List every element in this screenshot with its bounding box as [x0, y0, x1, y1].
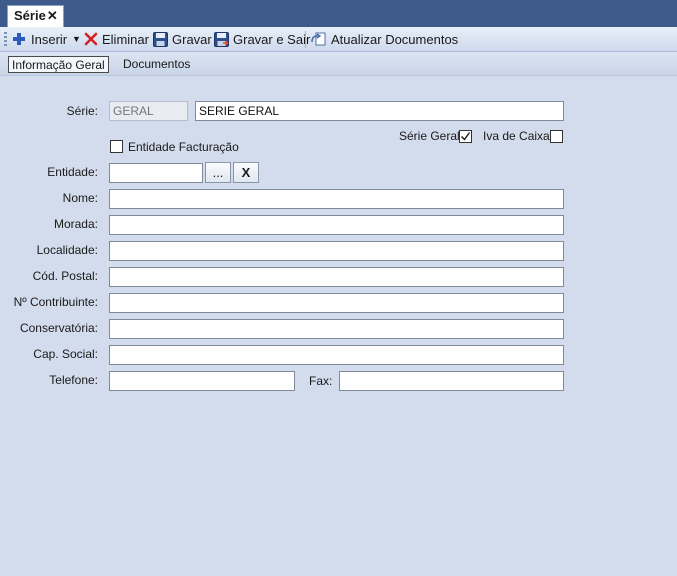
localidade-input[interactable] [109, 241, 564, 261]
save-button[interactable]: Gravar [153, 30, 212, 49]
toolbar-grip[interactable] [4, 32, 7, 47]
contribuinte-input[interactable] [109, 293, 564, 313]
telefone-input[interactable] [109, 371, 295, 391]
delete-x-icon [84, 32, 98, 46]
save-and-exit-button[interactable]: Gravar e Sair [214, 30, 310, 49]
fax-label: Fax: [309, 374, 333, 388]
toolbar: Inserir ▼ Eliminar Gravar Gravar e Sair [0, 27, 677, 52]
entidade-browse-button[interactable]: ... [205, 162, 231, 183]
cap-social-label: Cap. Social: [33, 347, 98, 361]
telefone-label: Telefone: [49, 373, 98, 387]
update-documents-button-label: Atualizar Documentos [331, 32, 459, 47]
conservatoria-input[interactable] [109, 319, 564, 339]
cod-postal-label: Cód. Postal: [32, 269, 98, 283]
entidade-clear-button[interactable]: X [233, 162, 259, 183]
serie-geral-checkbox[interactable] [459, 130, 472, 143]
tab-documentos[interactable]: Documentos [120, 56, 193, 73]
serie-code-input [109, 101, 188, 121]
toolbar-separator [305, 31, 306, 48]
checkmark-icon [460, 132, 471, 141]
fax-input[interactable] [339, 371, 564, 391]
morada-label: Morada: [53, 217, 98, 231]
delete-button-label: Eliminar [102, 32, 149, 47]
document-tab-strip: Série✕ [0, 0, 677, 28]
iva-caixa-label: Iva de Caixa [483, 129, 550, 143]
serie-geral-label: Série Geral [399, 129, 460, 143]
serie-label: Série: [66, 104, 98, 118]
cod-postal-input[interactable] [109, 267, 564, 287]
delete-button[interactable]: Eliminar [84, 30, 149, 49]
close-tab-icon[interactable]: ✕ [47, 8, 58, 23]
plus-icon [13, 33, 25, 45]
refresh-documents-icon [311, 32, 326, 46]
form-tabs: Informação Geral Documentos [0, 52, 677, 76]
save-button-label: Gravar [172, 32, 212, 47]
conservatoria-label: Conservatória: [19, 321, 98, 335]
contribuinte-label: Nº Contribuinte: [13, 295, 98, 309]
save-and-exit-button-label: Gravar e Sair [233, 32, 311, 47]
floppy-disk-exit-icon [214, 32, 229, 47]
entidade-input[interactable] [109, 163, 203, 183]
entidade-facturacao-label: Entidade Facturação [128, 140, 239, 154]
serie-name-input[interactable] [195, 101, 564, 121]
nome-label: Nome: [62, 191, 98, 205]
insert-dropdown-arrow-icon[interactable]: ▼ [72, 30, 81, 49]
morada-input[interactable] [109, 215, 564, 235]
localidade-label: Localidade: [36, 243, 98, 257]
update-documents-button[interactable]: Atualizar Documentos [311, 30, 458, 49]
entidade-facturacao-checkbox[interactable] [110, 140, 123, 153]
insert-button[interactable]: Inserir ▼ [12, 30, 81, 49]
document-tab-title: Série [14, 8, 46, 23]
iva-caixa-checkbox[interactable] [550, 130, 563, 143]
entidade-label: Entidade: [47, 165, 98, 179]
floppy-disk-icon [153, 32, 168, 47]
cap-social-input[interactable] [109, 345, 564, 365]
insert-button-label: Inserir [31, 32, 68, 47]
document-tab-serie[interactable]: Série✕ [7, 5, 64, 28]
tab-informacao-geral[interactable]: Informação Geral [8, 56, 109, 73]
nome-input[interactable] [109, 189, 564, 209]
